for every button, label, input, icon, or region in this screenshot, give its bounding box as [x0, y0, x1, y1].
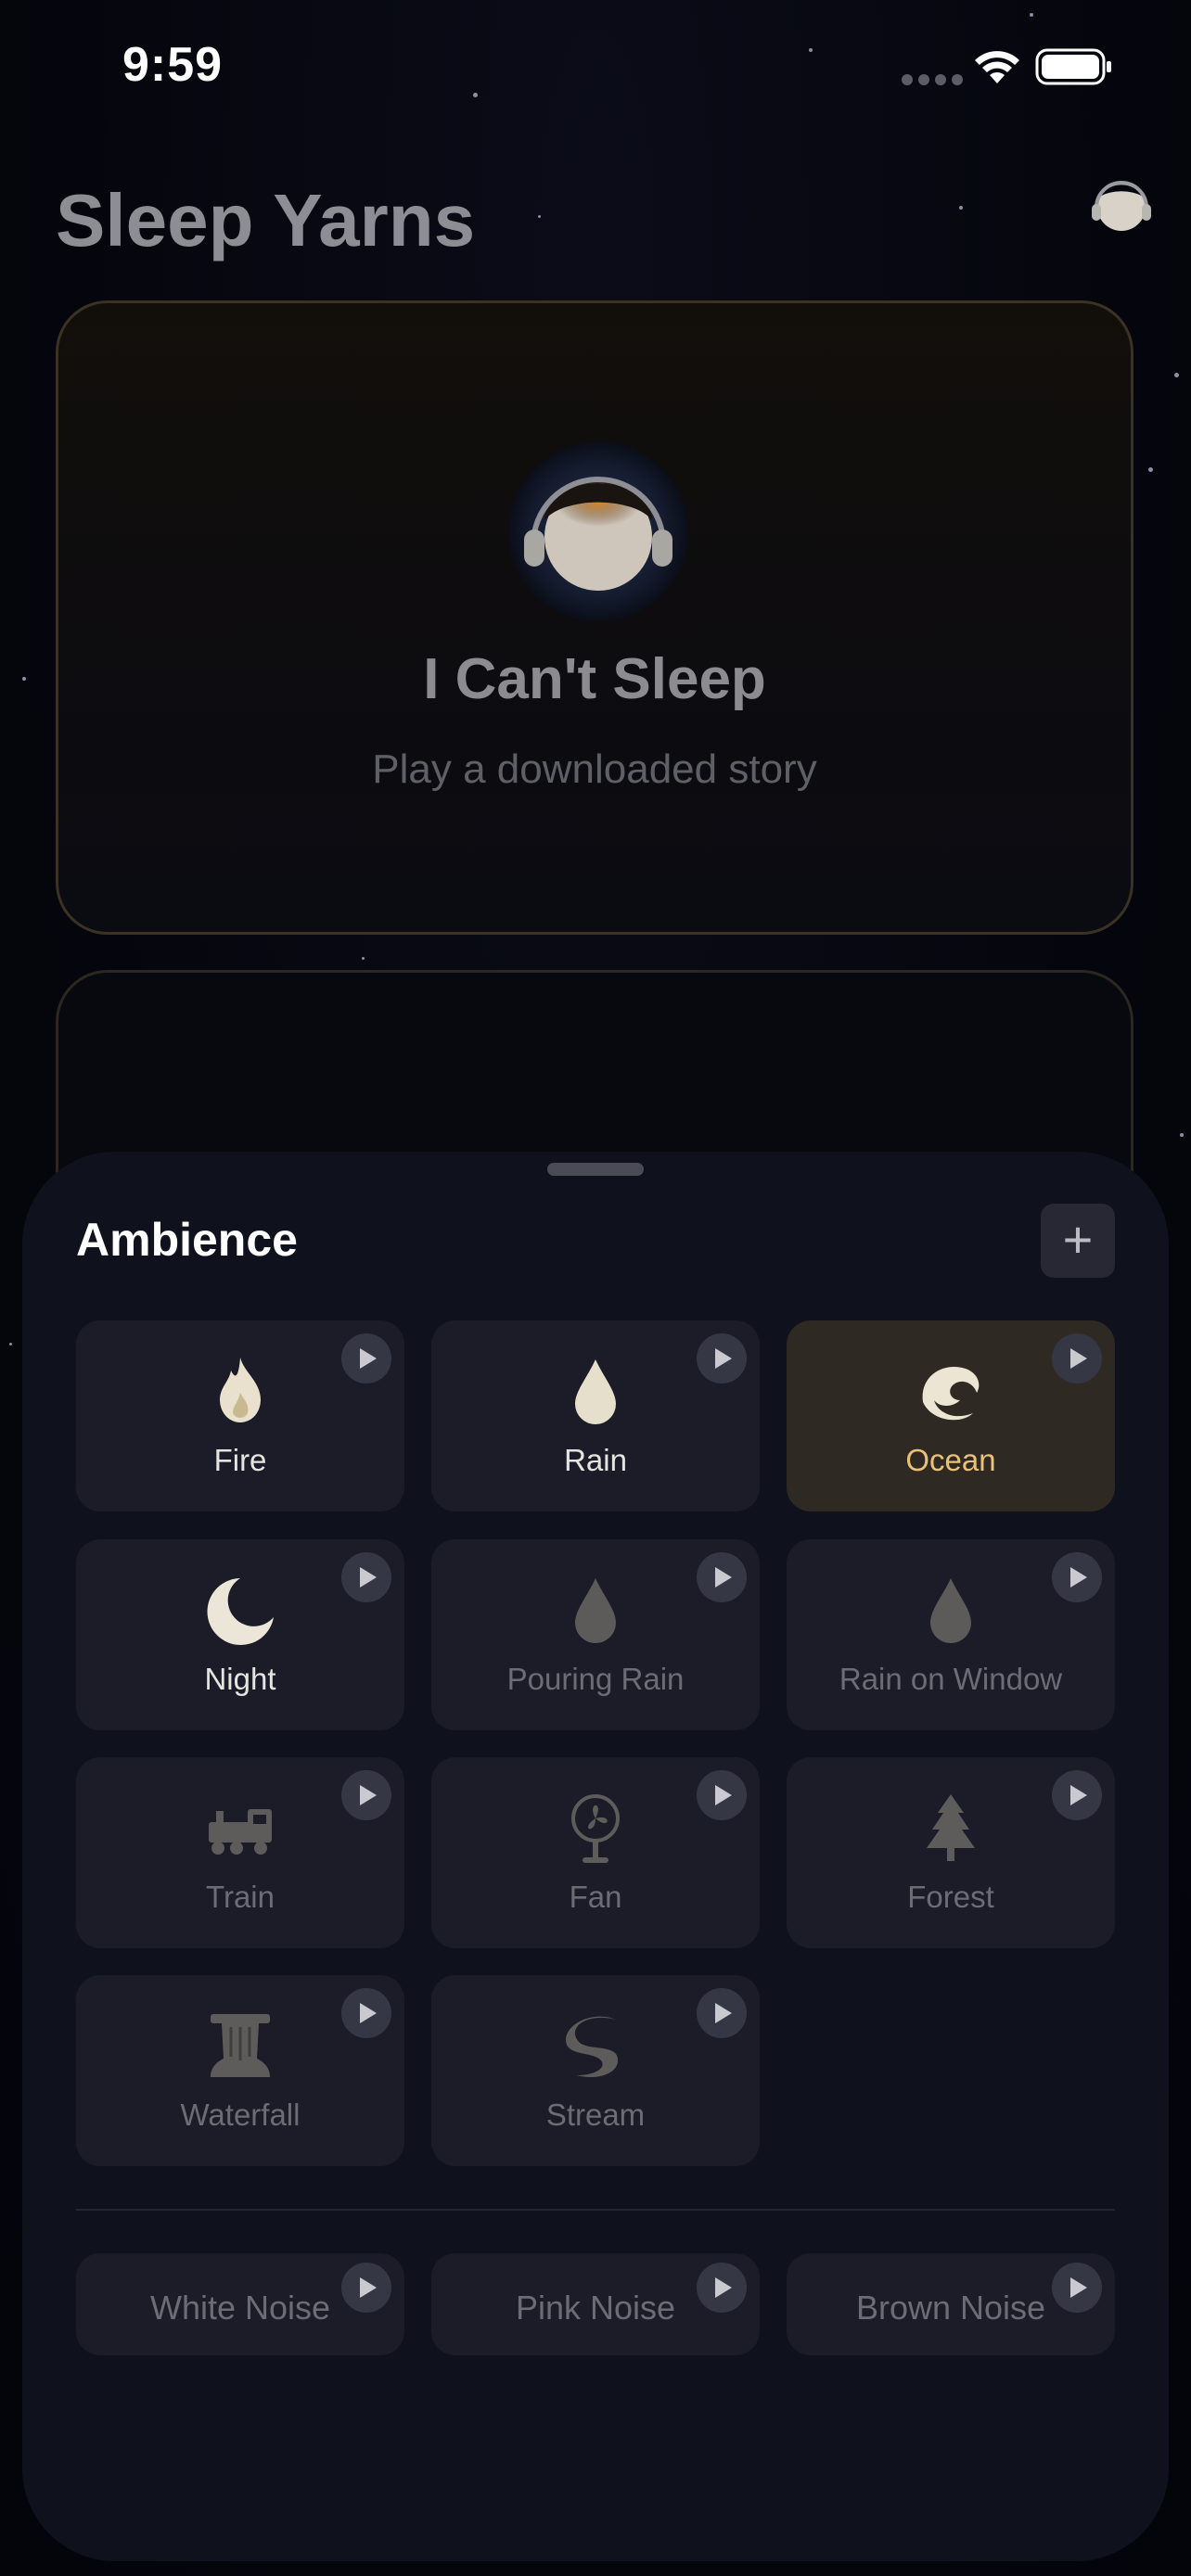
- star: [959, 206, 963, 210]
- sound-tile-fire[interactable]: Fire: [76, 1320, 404, 1511]
- sound-tile-rain-on-window[interactable]: Rain on Window: [787, 1539, 1115, 1730]
- cant-sleep-card[interactable]: I Can't Sleep Play a downloaded story: [56, 300, 1133, 935]
- app-title: Sleep Yarns: [56, 179, 476, 261]
- star: [9, 1343, 12, 1345]
- fan-icon: [431, 1792, 760, 1872]
- sound-tile-fan[interactable]: Fan: [431, 1757, 760, 1948]
- raindrop-icon: [431, 1356, 760, 1435]
- hero-subtitle: Play a downloaded story: [372, 746, 817, 792]
- play-icon: [1070, 2277, 1087, 2298]
- divider: [76, 2209, 1115, 2211]
- add-sound-button[interactable]: +: [1041, 1204, 1115, 1278]
- star: [362, 957, 365, 960]
- ambience-sheet: Ambience + Fire Rain Ocean Night Pouring…: [22, 1152, 1169, 2561]
- sound-tile-waterfall[interactable]: Waterfall: [76, 1975, 404, 2166]
- sound-tile-label: Rain on Window: [839, 1662, 1063, 1696]
- waterfall-icon: [76, 2010, 404, 2090]
- stream-icon: [431, 2010, 760, 2090]
- fire-icon: [76, 1356, 404, 1435]
- star: [1174, 373, 1179, 377]
- hero-title: I Can't Sleep: [423, 647, 766, 711]
- sound-tile-train[interactable]: Train: [76, 1757, 404, 1948]
- play-icon: [360, 2277, 377, 2298]
- sound-tile-label: Rain: [564, 1443, 627, 1477]
- sound-tile-label: Waterfall: [180, 2098, 301, 2132]
- headphones-moon-logo-icon: [507, 440, 689, 622]
- sound-tile-label: Pouring Rain: [506, 1662, 685, 1696]
- status-time: 9:59: [122, 38, 224, 92]
- sound-tile-label: Night: [204, 1662, 276, 1696]
- wifi-icon: [972, 46, 1022, 90]
- star: [1180, 1133, 1184, 1137]
- raindrop-icon: [431, 1575, 760, 1654]
- star: [1148, 467, 1153, 472]
- sound-tile-label: Ocean: [905, 1443, 996, 1477]
- noise-tile-white[interactable]: White Noise: [76, 2253, 404, 2355]
- star: [538, 215, 541, 218]
- noise-tile-brown[interactable]: Brown Noise: [787, 2253, 1115, 2355]
- star: [1030, 13, 1033, 17]
- ambience-title: Ambience: [76, 1214, 298, 1266]
- sound-tile-night[interactable]: Night: [76, 1539, 404, 1730]
- sound-tile-label: Fan: [569, 1880, 622, 1914]
- noise-tile-pink[interactable]: Pink Noise: [431, 2253, 760, 2355]
- star: [809, 48, 813, 52]
- play-icon: [715, 2277, 732, 2298]
- sound-tile-label: Stream: [545, 2098, 646, 2132]
- profile-avatar-button[interactable]: [1087, 171, 1156, 239]
- sound-tile-forest[interactable]: Forest: [787, 1757, 1115, 1948]
- play-button[interactable]: [1052, 2263, 1102, 2313]
- sound-tile-rain[interactable]: Rain: [431, 1320, 760, 1511]
- sound-tile-label: Train: [206, 1880, 275, 1914]
- star: [22, 677, 26, 681]
- tree-icon: [787, 1792, 1115, 1872]
- wave-icon: [787, 1356, 1115, 1435]
- battery-icon: [1035, 48, 1113, 90]
- cellular-signal-icon: [902, 74, 963, 85]
- screen: 9:59 Sleep Yarns I Can't Sleep Play a do…: [0, 0, 1191, 2576]
- headphones-moon-icon: [1092, 181, 1151, 231]
- star: [473, 93, 478, 97]
- sound-tile-pouring-rain[interactable]: Pouring Rain: [431, 1539, 760, 1730]
- raindrop-icon: [787, 1575, 1115, 1654]
- sound-tile-label: Fire: [213, 1443, 267, 1477]
- sound-tile-label: Forest: [907, 1880, 994, 1914]
- train-icon: [76, 1792, 404, 1872]
- play-button[interactable]: [341, 2263, 391, 2313]
- sound-tile-stream[interactable]: Stream: [431, 1975, 760, 2166]
- play-button[interactable]: [697, 2263, 747, 2313]
- crescent-moon-icon: [76, 1575, 404, 1654]
- sheet-drag-handle[interactable]: [547, 1163, 644, 1176]
- sound-tile-ocean[interactable]: Ocean: [787, 1320, 1115, 1511]
